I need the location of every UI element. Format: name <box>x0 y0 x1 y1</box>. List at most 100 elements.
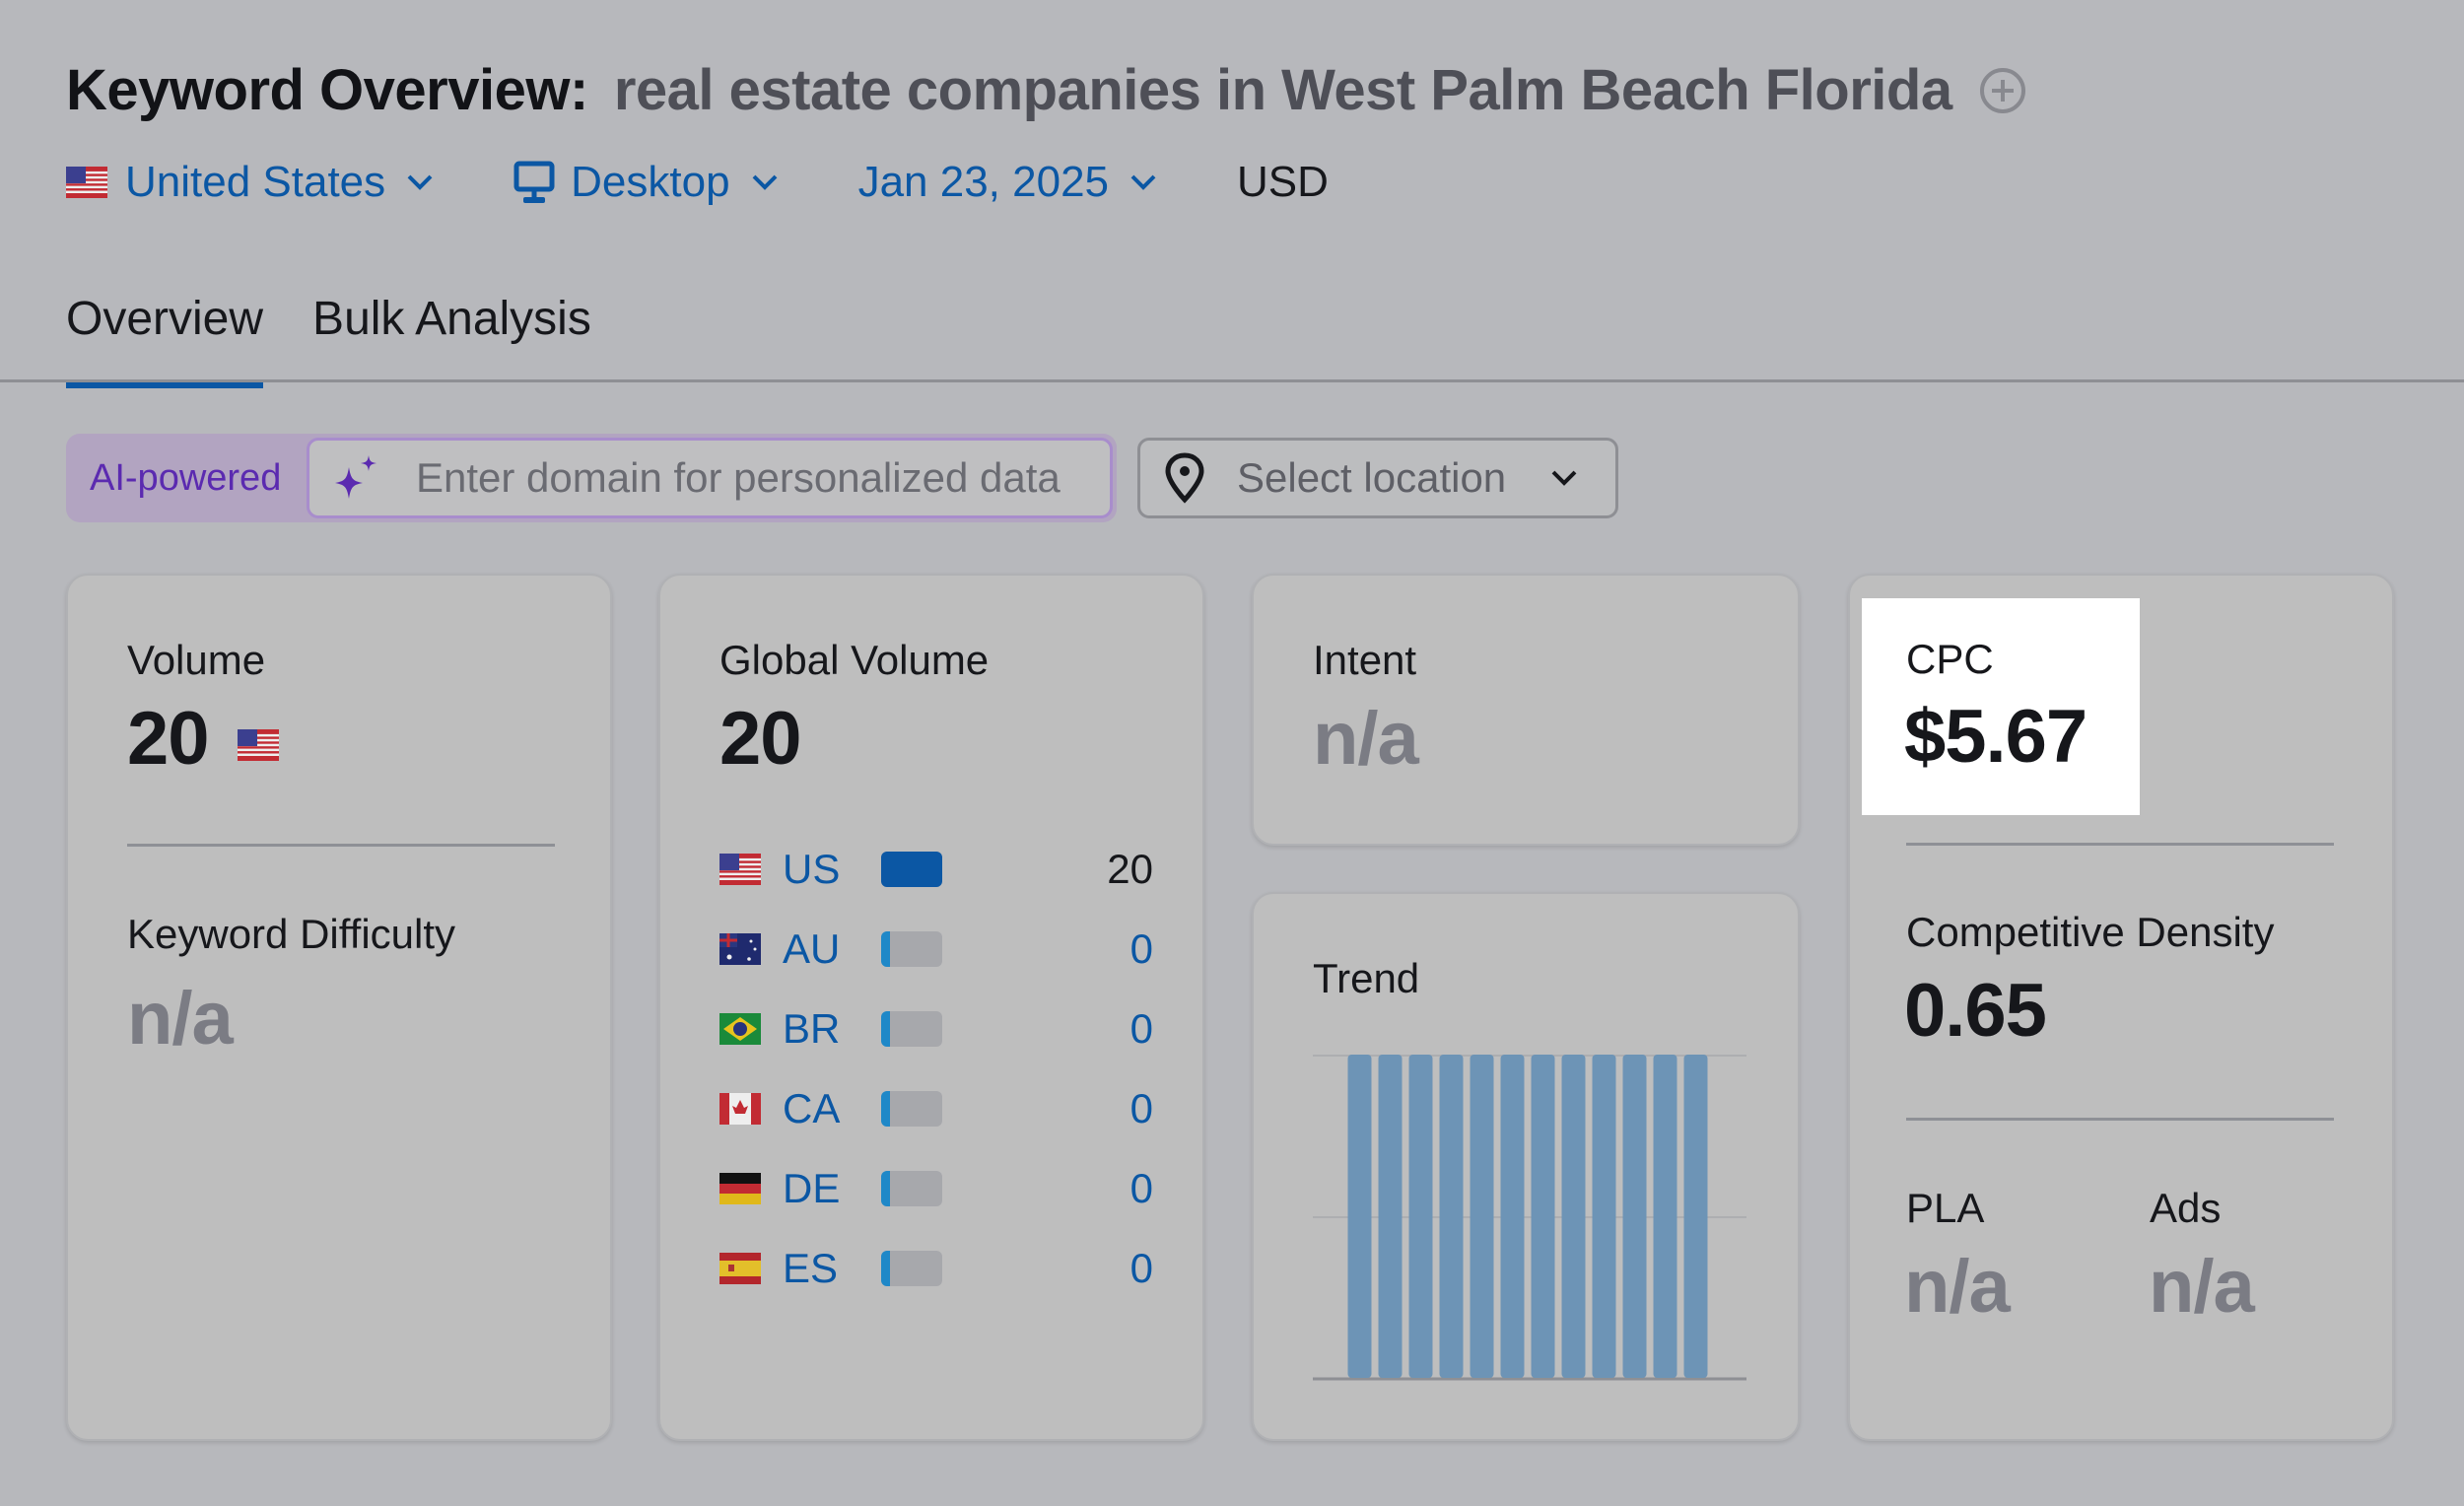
ai-powered-badge: AI-powered <box>90 456 282 499</box>
global-volume-row-us[interactable]: US 20 <box>719 845 1153 894</box>
location-select[interactable]: Select location <box>1137 438 1618 518</box>
country-volume: 0 <box>1129 1245 1153 1291</box>
device-label: Desktop <box>571 158 730 206</box>
keyword-difficulty-label: Keyword Difficulty <box>127 911 456 957</box>
volume-value: 20 <box>127 697 210 781</box>
keyword-difficulty-value: n/a <box>127 977 234 1061</box>
global-volume-row-es[interactable]: ES 0 <box>719 1244 1153 1293</box>
intent-card: Intent n/a <box>1252 574 1800 846</box>
keyword-text: real estate companies in West Palm Beach… <box>613 58 1952 122</box>
br-flag-icon <box>719 1013 761 1045</box>
tabs-divider <box>0 379 2464 382</box>
tab-bulk-analysis[interactable]: Bulk Analysis <box>312 292 591 372</box>
bar-fill <box>881 931 890 967</box>
competitive-density-value: 0.65 <box>1904 969 2047 1053</box>
ai-domain-bar: AI-powered <box>66 434 1117 522</box>
ca-flag-icon <box>719 1093 761 1125</box>
domain-input[interactable] <box>416 454 1110 502</box>
chevron-down-icon <box>752 174 777 190</box>
pla-value: n/a <box>1904 1245 2011 1329</box>
intent-label: Intent <box>1313 637 1417 683</box>
bar-fill <box>881 1171 890 1206</box>
country-code[interactable]: BR <box>783 1005 881 1053</box>
volume-share-bar <box>881 1251 942 1286</box>
volume-share-bar <box>881 1011 942 1047</box>
domain-input-wrapper[interactable] <box>307 438 1113 518</box>
chevron-down-icon <box>1130 174 1156 190</box>
volume-share-bar <box>881 1171 942 1206</box>
country-code[interactable]: US <box>783 846 881 893</box>
tab-overview[interactable]: Overview <box>66 292 264 388</box>
global-volume-row-br[interactable]: BR 0 <box>719 1004 1153 1054</box>
global-volume-row-de[interactable]: DE 0 <box>719 1164 1153 1213</box>
trend-bar-6[interactable] <box>1500 1055 1525 1378</box>
us-flag-icon <box>719 854 761 885</box>
chevron-down-icon <box>1551 470 1577 486</box>
trend-label: Trend <box>1313 955 1420 1001</box>
trend-bar-12[interactable] <box>1683 1055 1708 1378</box>
date-label: Jan 23, 2025 <box>857 158 1110 206</box>
country-volume: 0 <box>1129 1005 1153 1052</box>
country-volume: 0 <box>1129 1085 1153 1131</box>
currency-label: USD <box>1237 158 1329 206</box>
country-dropdown[interactable]: United States <box>66 158 435 207</box>
tab-bar: Overview Bulk Analysis <box>66 292 591 388</box>
volume-share-bar <box>881 1091 942 1127</box>
trend-card: Trend <box>1252 892 1800 1441</box>
volume-share-bar <box>881 931 942 967</box>
country-code[interactable]: AU <box>783 925 881 973</box>
page-header: Keyword Overview: real estate companies … <box>66 57 2027 123</box>
country-code[interactable]: CA <box>783 1085 881 1132</box>
bar-fill <box>881 1091 890 1127</box>
pla-label: PLA <box>1906 1185 1985 1231</box>
country-code[interactable]: DE <box>783 1165 881 1212</box>
trend-bar-2[interactable] <box>1378 1055 1403 1378</box>
desktop-icon <box>513 161 555 203</box>
de-flag-icon <box>719 1173 761 1204</box>
trend-bar-9[interactable] <box>1592 1055 1616 1378</box>
ads-value: n/a <box>2149 1245 2255 1329</box>
global-volume-row-ca[interactable]: CA 0 <box>719 1084 1153 1133</box>
us-flag-icon <box>238 729 279 761</box>
us-flag-icon <box>66 167 107 198</box>
global-volume-row-au[interactable]: AU 0 <box>719 924 1153 974</box>
global-volume-label: Global Volume <box>719 637 990 683</box>
cpc-value: $5.67 <box>1904 695 2088 779</box>
au-flag-icon <box>719 933 761 965</box>
country-label: United States <box>125 158 386 206</box>
country-volume: 20 <box>1107 846 1153 892</box>
trend-bar-7[interactable] <box>1531 1055 1555 1378</box>
global-volume-value: 20 <box>719 697 802 781</box>
trend-chart <box>1313 1055 1746 1381</box>
location-placeholder: Select location <box>1237 454 1507 501</box>
trend-bar-11[interactable] <box>1653 1055 1677 1378</box>
filter-bar: United States Desktop Jan 23, 2025 USD <box>66 158 1329 207</box>
chevron-down-icon <box>407 174 433 190</box>
plus-circle-icon[interactable] <box>1978 66 2027 115</box>
trend-bar-4[interactable] <box>1439 1055 1464 1378</box>
trend-bar-5[interactable] <box>1470 1055 1494 1378</box>
country-volume: 0 <box>1129 1165 1153 1211</box>
device-dropdown[interactable]: Desktop <box>513 158 779 207</box>
sparkle-icon <box>335 455 376 499</box>
card-divider <box>1906 1118 2334 1121</box>
intent-value: n/a <box>1313 697 1419 781</box>
card-divider <box>127 844 555 847</box>
trend-bar-3[interactable] <box>1408 1055 1433 1378</box>
country-volume: 0 <box>1129 925 1153 972</box>
es-flag-icon <box>719 1253 761 1284</box>
trend-bar-1[interactable] <box>1347 1055 1372 1378</box>
country-code[interactable]: ES <box>783 1245 881 1292</box>
date-dropdown[interactable]: Jan 23, 2025 <box>858 158 1158 207</box>
cpc-label: CPC <box>1906 636 1994 682</box>
bar-fill <box>881 852 942 887</box>
trend-bar-10[interactable] <box>1622 1055 1647 1378</box>
volume-share-bar <box>881 852 942 887</box>
ads-label: Ads <box>2150 1185 2222 1231</box>
competitive-density-label: Competitive Density <box>1906 909 2275 955</box>
card-divider <box>1906 843 2334 846</box>
global-volume-card: Global Volume 20 US 20 AU 0 BR 0 CA 0 DE 0 ES 0 <box>658 574 1204 1441</box>
volume-label: Volume <box>127 637 266 683</box>
trend-bar-8[interactable] <box>1561 1055 1586 1378</box>
bar-fill <box>881 1011 890 1047</box>
